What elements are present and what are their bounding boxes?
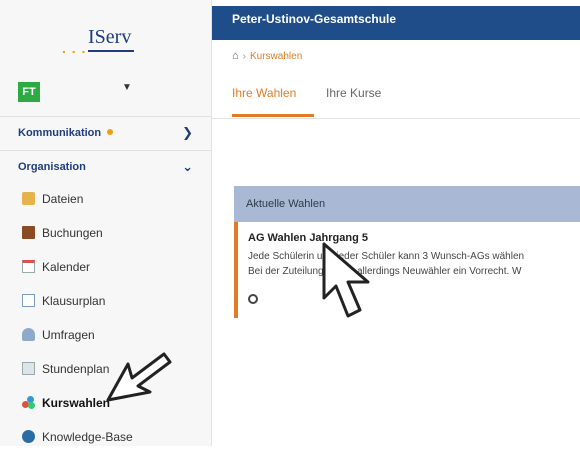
breadcrumb-current[interactable]: Kurswahlen xyxy=(250,51,302,62)
sidebar-section-kommunikation[interactable]: Kommunikation ❯ xyxy=(0,116,211,148)
folder-icon xyxy=(22,192,35,205)
pointer-arrow-icon xyxy=(106,352,172,402)
section-label: Kommunikation xyxy=(18,127,102,139)
sidebar-item-label: Knowledge-Base xyxy=(42,430,133,444)
card-line-2: Bei der Zuteilung haben allerdings Neuwä… xyxy=(248,266,522,277)
logo-underline xyxy=(88,50,134,52)
section-label: Organisation xyxy=(18,161,86,173)
logo-dots: . . . xyxy=(62,40,87,56)
user-menu[interactable]: FT ▼ xyxy=(14,80,200,104)
tab-bar: Ihre Wahlen Ihre Kurse xyxy=(212,76,580,119)
course-choice-icon xyxy=(22,396,35,409)
sidebar-item-klausurplan[interactable]: Klausurplan xyxy=(0,286,211,316)
election-card[interactable]: AG Wahlen Jahrgang 5 Jede Schülerin und … xyxy=(234,222,580,318)
tab-ihre-wahlen[interactable]: Ihre Wahlen xyxy=(232,86,314,117)
school-header: Peter-Ustinov-Gesamtschule xyxy=(212,6,580,40)
tab-ihre-kurse[interactable]: Ihre Kurse xyxy=(326,86,381,117)
sidebar-item-label: Kalender xyxy=(42,260,91,274)
chevron-down-icon: ⌄ xyxy=(182,159,193,174)
card-line-1: Jede Schülerin und jeder Schüler kann 3 … xyxy=(248,251,525,262)
settings-icon[interactable] xyxy=(248,294,258,304)
breadcrumb: ⌂ › Kurswahlen xyxy=(232,50,302,64)
chevron-right-icon: ❯ xyxy=(182,125,193,140)
sidebar-item-label: Klausurplan xyxy=(42,294,106,308)
sidebar-item-kalender[interactable]: Kalender xyxy=(0,252,211,282)
sidebar-item-label: Dateien xyxy=(42,192,84,206)
knowledge-base-icon xyxy=(22,430,35,443)
avatar: FT xyxy=(18,82,40,102)
calendar-icon xyxy=(22,260,35,273)
card-description: Jede Schülerin und jeder Schüler kann 3 … xyxy=(248,249,524,279)
home-icon[interactable]: ⌂ xyxy=(232,50,239,62)
sidebar-item-label: Buchungen xyxy=(42,226,103,240)
sidebar-item-buchungen[interactable]: Buchungen xyxy=(0,218,211,248)
sidebar-item-dateien[interactable]: Dateien xyxy=(0,184,211,214)
book-icon xyxy=(22,226,35,239)
exam-plan-icon xyxy=(22,294,35,307)
notification-dot xyxy=(107,129,114,135)
panel-header: Aktuelle Wahlen xyxy=(234,186,580,222)
school-name: Peter-Ustinov-Gesamtschule xyxy=(232,12,397,26)
cursor-arrow-icon xyxy=(322,242,370,318)
sidebar-item-label: Umfragen xyxy=(42,328,95,342)
survey-icon xyxy=(22,328,35,341)
caret-down-icon: ▼ xyxy=(122,82,132,93)
panel-title: Aktuelle Wahlen xyxy=(246,198,326,210)
logo-text: IServ xyxy=(88,26,132,48)
sidebar-section-organisation[interactable]: Organisation ⌄ xyxy=(0,150,211,182)
sidebar-item-umfragen[interactable]: Umfragen xyxy=(0,320,211,350)
breadcrumb-separator: › xyxy=(242,51,246,62)
iserv-logo[interactable]: . . . IServ xyxy=(62,26,152,56)
timetable-icon xyxy=(22,362,35,375)
sidebar-item-knowledge-base[interactable]: Knowledge-Base xyxy=(0,422,211,452)
